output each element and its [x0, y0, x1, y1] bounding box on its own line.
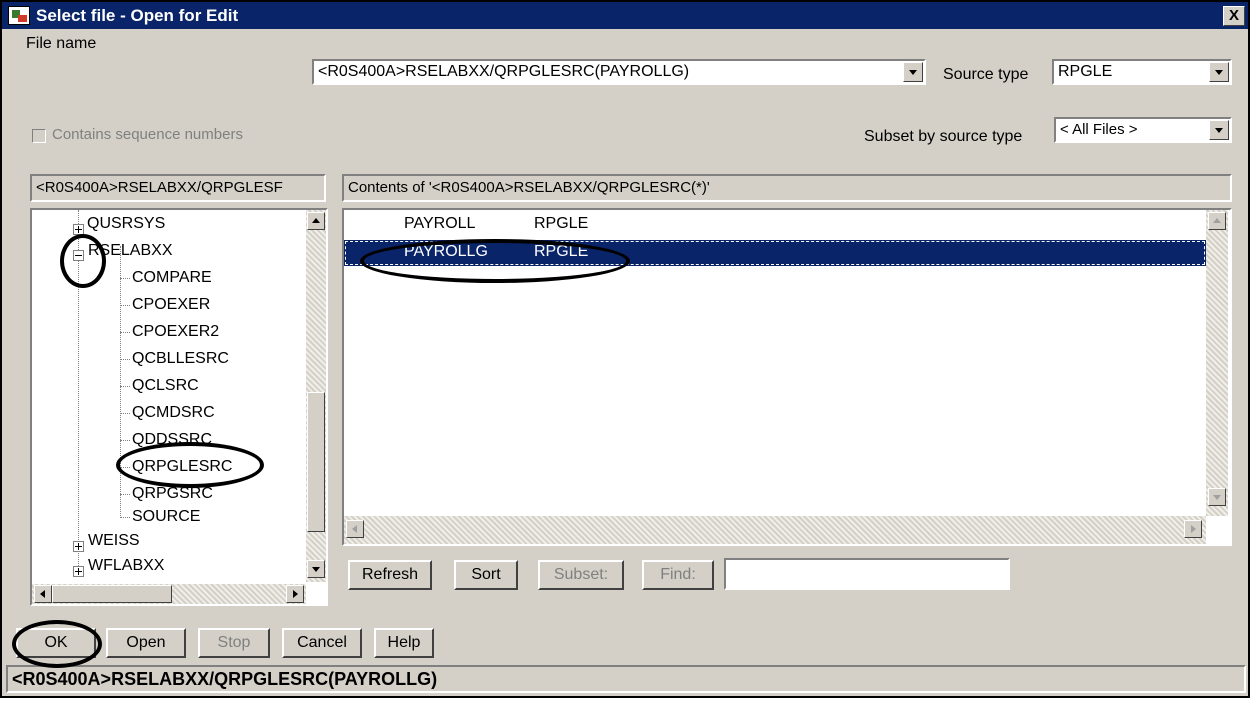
source-type-combo[interactable]: RPGLE — [1052, 59, 1232, 85]
scroll-up-icon[interactable] — [1208, 212, 1226, 230]
list-vertical-scrollbar[interactable] — [1206, 210, 1228, 516]
tree-branch — [120, 413, 130, 414]
tree-branch — [120, 386, 130, 387]
contents-path-box: Contents of '<R0S400A>RSELABXX/QRPGLESRC… — [342, 174, 1232, 202]
tree-branch — [120, 305, 130, 306]
dialog-window: Select file - Open for Edit X File name … — [0, 0, 1250, 698]
file-row[interactable]: PAYROLL RPGLE — [344, 212, 1230, 238]
tree-branch — [120, 494, 130, 495]
tree-item-qrpglesrc[interactable]: QRPGLESRC — [132, 458, 232, 476]
tree-guide-line — [78, 210, 79, 570]
tree-item-qcbllesrc[interactable]: QCBLLESRC — [132, 350, 229, 368]
status-bar: <R0S400A>RSELABXX/QRPGLESRC(PAYROLLG) — [6, 665, 1246, 693]
close-button[interactable]: X — [1223, 6, 1245, 26]
tree-item-qcmdsrc[interactable]: QCMDSRC — [132, 404, 215, 422]
tree-item-qrpgsrc[interactable]: QRPGSRC — [132, 485, 213, 503]
tree-branch — [120, 517, 130, 518]
expand-icon[interactable] — [73, 224, 84, 235]
ok-button-label: OK — [44, 634, 68, 651]
file-name-dropdown-icon[interactable] — [903, 62, 923, 82]
file-list[interactable]: PAYROLL RPGLE PAYROLLG RPGLE — [342, 208, 1232, 546]
list-horizontal-scrollbar[interactable] — [344, 516, 1206, 544]
tree-path-text: <R0S400A>RSELABXX/QRPGLESF — [36, 179, 283, 196]
scroll-thumb[interactable] — [52, 585, 172, 603]
scroll-right-icon[interactable] — [1184, 520, 1202, 538]
subset-button[interactable]: Subset: — [538, 560, 624, 590]
tree-horizontal-scrollbar[interactable] — [32, 584, 306, 604]
scroll-down-icon[interactable] — [307, 560, 325, 578]
refresh-button-label: Refresh — [361, 566, 419, 583]
find-input[interactable] — [724, 558, 1010, 590]
status-text: <R0S400A>RSELABXX/QRPGLESRC(PAYROLLG) — [12, 669, 438, 689]
scroll-down-icon[interactable] — [1208, 488, 1226, 506]
scroll-thumb[interactable] — [307, 392, 325, 532]
sort-button-label: Sort — [471, 566, 501, 583]
subset-dropdown-icon[interactable] — [1209, 120, 1229, 140]
open-button-label: Open — [126, 634, 166, 651]
library-tree[interactable]: QUSRSYS RSELABXX COMPARE CPOEXER CPOEXER… — [30, 208, 328, 606]
subset-button-label: Subset: — [553, 566, 609, 583]
expand-icon[interactable] — [73, 566, 84, 577]
title-bar[interactable]: Select file - Open for Edit X — [2, 2, 1248, 29]
file-type-cell: RPGLE — [534, 215, 589, 232]
tree-branch — [120, 440, 130, 441]
tree-path-box: <R0S400A>RSELABXX/QRPGLESF — [30, 174, 326, 202]
find-button[interactable]: Find: — [642, 560, 714, 590]
subset-combo[interactable]: < All Files > — [1054, 117, 1232, 143]
open-button[interactable]: Open — [106, 628, 186, 658]
ok-button[interactable]: OK — [16, 628, 96, 658]
stop-button-label: Stop — [217, 634, 251, 651]
file-name-label: File name — [26, 35, 97, 52]
tree-branch — [120, 467, 130, 468]
scroll-up-icon[interactable] — [307, 212, 325, 230]
sequence-numbers-label: Contains sequence numbers — [52, 126, 243, 143]
tree-item-rselabxx[interactable]: RSELABXX — [88, 242, 172, 260]
file-name-cell: PAYROLL — [404, 215, 476, 232]
tree-item-source[interactable]: SOURCE — [132, 508, 200, 526]
file-type-cell: RPGLE — [534, 243, 589, 260]
file-name-value[interactable]: <R0S400A>RSELABXX/QRPGLESRC(PAYROLLG) — [318, 63, 689, 81]
sort-button[interactable]: Sort — [454, 560, 518, 590]
source-type-value[interactable]: RPGLE — [1058, 63, 1112, 81]
refresh-button[interactable]: Refresh — [348, 560, 432, 590]
tree-item-cpoexer2[interactable]: CPOEXER2 — [132, 323, 219, 341]
file-name-combo[interactable]: <R0S400A>RSELABXX/QRPGLESRC(PAYROLLG) — [312, 59, 926, 85]
cancel-button-label: Cancel — [297, 634, 347, 651]
cancel-button[interactable]: Cancel — [282, 628, 362, 658]
source-type-dropdown-icon[interactable] — [1209, 62, 1229, 82]
contents-path-text: Contents of '<R0S400A>RSELABXX/QRPGLESRC… — [348, 179, 710, 196]
tree-vertical-scrollbar[interactable] — [306, 210, 326, 582]
scroll-left-icon[interactable] — [34, 585, 52, 603]
tree-item-weiss[interactable]: WEISS — [88, 532, 140, 550]
sequence-numbers-checkbox[interactable] — [32, 129, 46, 143]
tree-item-cpoexer[interactable]: CPOEXER — [132, 296, 210, 314]
help-button-label: Help — [387, 634, 421, 651]
tree-branch — [120, 359, 130, 360]
app-icon — [8, 6, 30, 25]
collapse-icon[interactable] — [73, 250, 84, 261]
find-button-label: Find: — [660, 566, 696, 583]
subset-label: Subset by source type — [864, 128, 1023, 145]
tree-branch — [120, 332, 130, 333]
stop-button[interactable]: Stop — [198, 628, 270, 658]
scroll-right-icon[interactable] — [286, 585, 304, 603]
scroll-left-icon[interactable] — [346, 520, 364, 538]
window-title: Select file - Open for Edit — [36, 6, 239, 25]
tree-item-wflabxx[interactable]: WFLABXX — [88, 557, 164, 575]
tree-item-qclsrc[interactable]: QCLSRC — [132, 377, 199, 395]
source-type-label: Source type — [943, 66, 1029, 83]
expand-icon[interactable] — [73, 541, 84, 552]
tree-guide-line — [120, 246, 121, 516]
file-row-selected[interactable]: PAYROLLG RPGLE — [344, 240, 1206, 266]
tree-item-qddssrc[interactable]: QDDSSRC — [132, 431, 212, 449]
subset-value[interactable]: < All Files > — [1060, 121, 1138, 138]
tree-branch — [120, 278, 130, 279]
help-button[interactable]: Help — [374, 628, 434, 658]
file-name-cell: PAYROLLG — [404, 243, 488, 260]
tree-item-compare[interactable]: COMPARE — [132, 269, 212, 287]
tree-item-qusrsys[interactable]: QUSRSYS — [87, 215, 165, 233]
